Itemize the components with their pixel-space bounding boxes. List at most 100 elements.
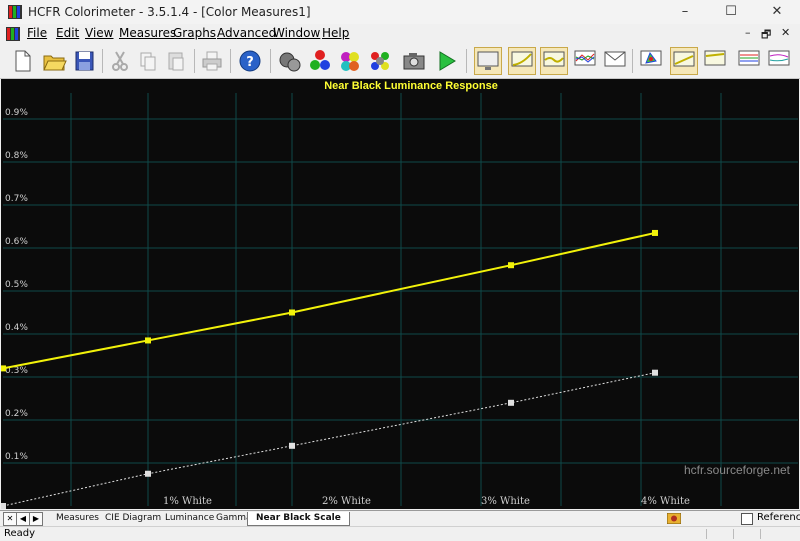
x-tick-label: 3% White [481,496,530,507]
data-point-0 [508,262,514,269]
new-document-icon [15,50,31,72]
gamma-graph-icon [511,51,533,67]
close-button[interactable]: ✕ [754,0,800,24]
chart-title: Near Black Luminance Response [324,80,498,92]
menu-graphs[interactable]: Graphs [173,26,216,40]
maximize-button[interactable]: ☐ [708,0,754,24]
sensor-button[interactable] [276,47,304,75]
graph-saturation-button[interactable] [736,47,764,75]
y-tick-label: 0.7% [5,194,28,204]
cut-button[interactable] [106,47,134,75]
help-button[interactable]: ? [236,47,264,75]
camera-button[interactable] [400,47,428,75]
measure-rgb-button[interactable] [306,47,334,75]
gray-balls-icon [341,52,359,71]
chart-series [0,229,658,509]
tab-nav-prev-button[interactable]: ◀ [16,512,30,526]
monitor-icon [477,51,499,70]
run-button[interactable] [432,47,460,75]
y-tick-label: 0.9% [5,108,28,118]
menu-bar: File Edit View Measures Graphs Advanced … [0,24,800,44]
mdi-restore-button[interactable]: 🗗 [761,26,771,45]
luminance-graph-icon [543,51,565,67]
graph-near-white-button[interactable] [702,47,730,75]
menu-view[interactable]: View [85,26,113,40]
series-line-0 [2,231,656,370]
y-tick-label: 0.8% [5,151,28,161]
menu-help[interactable]: Help [322,26,349,40]
badge-icon [667,513,681,524]
y-tick-label: 0.6% [5,237,28,247]
close-icon: ✕ [771,4,783,19]
mdi-minimize-button[interactable]: – [745,26,751,39]
toolbar-separator [102,49,103,73]
x-axis-ticks: 1% White 2% White 3% White 4% White [163,496,690,507]
graph-cie-button[interactable] [602,47,630,75]
cie-diagram-icon [640,50,662,66]
menu-edit[interactable]: Edit [56,26,79,40]
tab-nav-close-button[interactable]: ✕ [3,512,17,526]
menu-advanced[interactable]: Advanced [217,26,276,40]
status-pane [760,529,761,539]
graph-luminance-button[interactable] [540,47,568,75]
print-button[interactable] [198,47,226,75]
graph-cie-diagram-button[interactable] [638,47,666,75]
menu-window[interactable]: Window [273,26,320,40]
envelope-graph-icon [604,51,626,67]
copy-icon [140,52,156,71]
toolbar-separator [270,49,271,73]
status-text: Ready [4,528,36,539]
toolbar-separator [194,49,195,73]
color-balls-icon [371,52,389,70]
floppy-disk-icon [75,51,94,71]
data-point-0 [289,309,295,316]
data-point-0 [652,229,658,236]
svg-text:?: ? [246,55,254,70]
measure-gray-button[interactable] [336,47,364,75]
data-point-1 [289,442,295,449]
toolbar: ? [0,44,800,79]
near-white-graph-icon [704,50,726,66]
tab-near-black-scale[interactable]: Near Black Scale [247,512,350,526]
folder-open-icon [43,55,67,71]
graph-gamma-button[interactable] [508,47,536,75]
watermark-text: hcfr.sourceforge.net [684,463,791,477]
toolbar-separator [632,49,633,73]
graph-view-button[interactable] [474,47,502,75]
graph-rgb-button[interactable] [572,47,600,75]
data-point-1 [0,503,6,509]
data-point-1 [145,470,151,477]
minimize-button[interactable]: – [662,0,708,24]
graph-near-black-button[interactable] [670,47,698,75]
new-button[interactable] [8,47,36,75]
data-point-0 [145,337,151,344]
toolbar-separator [466,49,467,73]
document-icon [6,27,20,41]
x-tick-label: 2% White [322,496,371,507]
y-tick-label: 0.2% [5,409,28,419]
open-button[interactable] [40,47,68,75]
status-pane [733,529,734,539]
status-pane [706,529,707,539]
play-icon [439,51,456,71]
graph-saturation-shift-button[interactable] [766,47,794,75]
mdi-close-button[interactable]: ✕ [781,26,790,39]
tab-nav-next-button[interactable]: ▶ [29,512,43,526]
data-point-0 [0,365,6,372]
reference-label: Reference [757,512,800,523]
sensor-probe-icon [279,52,301,72]
reference-checkbox[interactable] [741,513,753,525]
sheet-tab-bar: ✕ ◀ ▶ Measures CIE Diagram Luminance Gam… [0,510,800,527]
near-black-luminance-chart: Near Black Luminance Response 0.1% 0.2% 0.… [0,80,798,509]
x-tick-label: 4% White [641,496,690,507]
menu-measures[interactable]: Measures [119,26,176,40]
title-bar: HCFR Colorimeter - 3.5.1.4 - [Color Meas… [0,0,800,24]
save-button[interactable] [70,47,98,75]
maximize-icon: ☐ [725,4,737,19]
toolbar-separator [230,49,231,73]
copy-button[interactable] [134,47,162,75]
menu-file[interactable]: File [27,26,47,40]
measure-colors-button[interactable] [366,47,394,75]
scissors-icon [112,51,128,71]
paste-button[interactable] [162,47,190,75]
